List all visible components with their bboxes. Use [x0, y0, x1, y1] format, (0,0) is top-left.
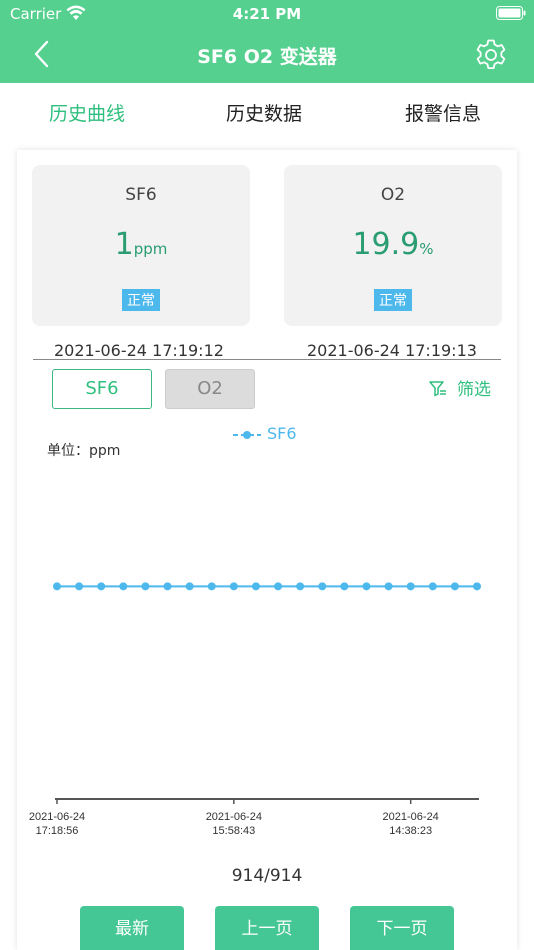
status-bar: Carrier 4:21 PM: [0, 0, 534, 28]
sensor-card-sf6: SF6 1ppm 正常: [32, 165, 250, 326]
x-tick-label: 2021-06-24: [383, 811, 439, 823]
nav-bar: SF6 O2 变送器: [0, 28, 534, 83]
tab-history-data[interactable]: 历史数据: [226, 99, 302, 126]
clock: 4:21 PM: [232, 5, 302, 23]
o2-timestamp: 2021-06-24 17:19:13: [307, 341, 477, 360]
filter-icon: [429, 381, 446, 397]
data-point: [340, 582, 349, 591]
battery-icon: [496, 6, 526, 20]
data-point: [428, 582, 437, 591]
next-page-button[interactable]: 下一页: [350, 906, 454, 950]
line-chart: 2021-06-24 17:18:56 2021-06-24 15:58:43 2021…: [29, 582, 481, 837]
divider: [33, 359, 501, 360]
data-point: [473, 582, 481, 591]
data-point: [229, 582, 238, 591]
sensor-value-unit: %: [419, 240, 434, 258]
data-point: [75, 582, 84, 591]
x-tick-label: 14:38:23: [389, 825, 432, 837]
page-counter: 914/914: [231, 866, 303, 886]
data-point: [119, 582, 128, 591]
data-point: [274, 582, 283, 591]
sensor-value-number: 19.9: [352, 227, 420, 262]
data-point: [97, 582, 106, 591]
header: Carrier 4:21 PM SF6 O2 变送器: [0, 0, 534, 83]
status-badge: 正常: [374, 289, 412, 311]
tab-history-curve[interactable]: 历史曲线: [49, 99, 125, 126]
data-point: [450, 582, 459, 591]
data-point: [406, 582, 415, 591]
o2-toggle-button[interactable]: O2: [165, 369, 255, 409]
sf6-timestamp: 2021-06-24 17:19:12: [54, 341, 224, 360]
legend-label: SF6: [267, 424, 297, 443]
sensor-name: SF6: [125, 185, 157, 205]
data-point: [207, 582, 216, 591]
data-point: [318, 582, 327, 591]
page-title: SF6 O2 变送器: [197, 46, 337, 68]
data-point: [362, 582, 371, 591]
data-point: [53, 582, 61, 591]
tab-alarm-info[interactable]: 报警信息: [405, 99, 481, 126]
content-card: SF6 1ppm 正常 O2 19.9% 正常 2021-06-24 17:19…: [17, 150, 517, 950]
sf6-toggle-button[interactable]: SF6: [52, 369, 152, 409]
chart-legend: SF6: [233, 424, 297, 443]
x-tick-label: 17:18:56: [36, 825, 79, 837]
data-point: [141, 582, 150, 591]
sensor-value: 19.9%: [284, 227, 502, 262]
sensor-value-unit: ppm: [133, 240, 168, 258]
status-badge: 正常: [122, 289, 160, 311]
x-tick-label: 2021-06-24: [206, 811, 262, 823]
data-point: [185, 582, 194, 591]
gear-icon[interactable]: [474, 38, 508, 72]
sensor-card-o2: O2 19.9% 正常: [284, 165, 502, 326]
prev-page-button[interactable]: 上一页: [215, 906, 319, 950]
sensor-value-number: 1: [114, 227, 134, 262]
data-point: [296, 582, 305, 591]
filter-label: 筛选: [457, 380, 491, 400]
unit-label: 单位：ppm: [47, 443, 121, 459]
data-point: [251, 582, 260, 591]
x-tick-label: 2021-06-24: [29, 811, 85, 823]
x-tick-label: 15:58:43: [212, 825, 255, 837]
legend-marker: [233, 430, 261, 439]
sensor-name: O2: [380, 185, 406, 205]
data-point: [384, 582, 393, 591]
data-point: [163, 582, 172, 591]
latest-button[interactable]: 最新: [80, 906, 184, 950]
sensor-value: 1ppm: [32, 227, 250, 262]
tab-bar: 历史曲线 历史数据 报警信息: [0, 83, 534, 141]
filter-button[interactable]: 筛选: [429, 375, 491, 400]
